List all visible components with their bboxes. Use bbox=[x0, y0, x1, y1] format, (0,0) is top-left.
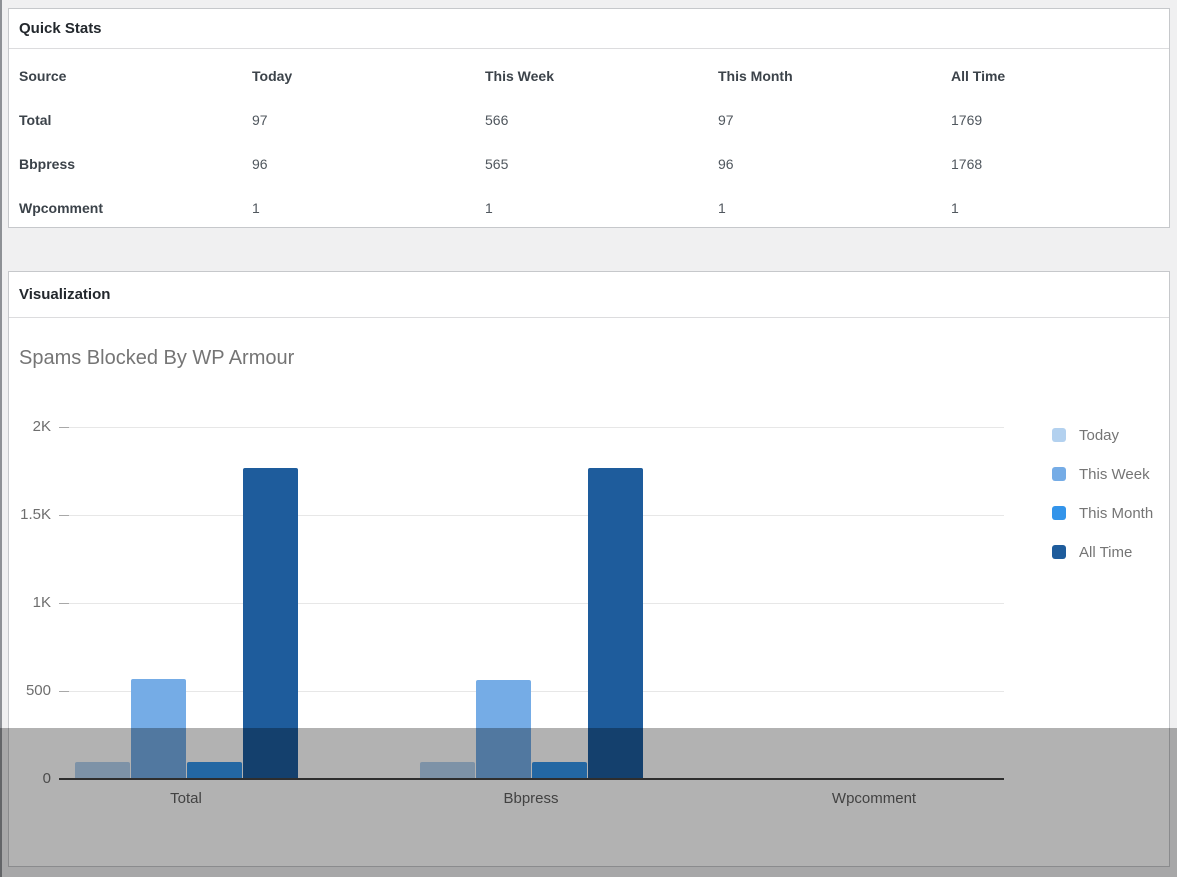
chart-title: Spams Blocked By WP Armour bbox=[19, 347, 294, 370]
gridline bbox=[59, 515, 1004, 516]
column-header: All Time bbox=[951, 68, 1169, 84]
legend-label: This Month bbox=[1079, 505, 1153, 522]
quick-stats-panel-title: Quick Stats bbox=[9, 9, 1169, 49]
column-header: Today bbox=[252, 68, 485, 84]
row-label: Wpcomment bbox=[19, 200, 252, 216]
legend-label: This Week bbox=[1079, 466, 1150, 483]
quick-stats-panel: Quick Stats SourceTodayThis WeekThis Mon… bbox=[8, 8, 1170, 228]
stat-value: 97 bbox=[718, 112, 951, 128]
column-header: Source bbox=[19, 68, 252, 84]
table-row: Wpcomment1111 bbox=[19, 186, 1169, 230]
legend-label: Today bbox=[1079, 427, 1119, 444]
wp-armour-stats-page: Quick Stats SourceTodayThis WeekThis Mon… bbox=[0, 0, 1177, 877]
stat-value: 1769 bbox=[951, 112, 1169, 128]
loading-overlay bbox=[0, 728, 1177, 877]
gridline bbox=[59, 427, 1004, 428]
legend-item-today[interactable]: Today bbox=[1052, 426, 1119, 444]
stat-value: 96 bbox=[252, 156, 485, 172]
axis-tick bbox=[59, 691, 69, 692]
quick-stats-table: SourceTodayThis WeekThis MonthAll TimeTo… bbox=[9, 49, 1169, 230]
axis-tick bbox=[59, 427, 69, 428]
y-axis-tick-label: 1K bbox=[9, 594, 51, 612]
visualization-panel-title: Visualization bbox=[9, 272, 1169, 318]
legend-swatch-icon bbox=[1052, 428, 1066, 442]
stat-value: 1768 bbox=[951, 156, 1169, 172]
legend-item-all-time[interactable]: All Time bbox=[1052, 543, 1132, 561]
gridline bbox=[59, 603, 1004, 604]
table-row: Total97566971769 bbox=[19, 98, 1169, 142]
legend-item-this-week[interactable]: This Week bbox=[1052, 465, 1150, 483]
stat-value: 1 bbox=[951, 200, 1169, 216]
stat-value: 1 bbox=[252, 200, 485, 216]
column-header: This Week bbox=[485, 68, 718, 84]
stat-value: 1 bbox=[485, 200, 718, 216]
table-row: Bbpress96565961768 bbox=[19, 142, 1169, 186]
table-header-row: SourceTodayThis WeekThis MonthAll Time bbox=[19, 54, 1169, 98]
y-axis-tick-label: 500 bbox=[9, 682, 51, 700]
axis-tick bbox=[59, 603, 69, 604]
column-header: This Month bbox=[718, 68, 951, 84]
legend-swatch-icon bbox=[1052, 545, 1066, 559]
y-axis-tick-label: 1.5K bbox=[9, 506, 51, 524]
row-label: Total bbox=[19, 112, 252, 128]
stat-value: 1 bbox=[718, 200, 951, 216]
legend-label: All Time bbox=[1079, 544, 1132, 561]
axis-tick bbox=[59, 515, 69, 516]
row-label: Bbpress bbox=[19, 156, 252, 172]
legend-swatch-icon bbox=[1052, 467, 1066, 481]
y-axis-tick-label: 2K bbox=[9, 418, 51, 436]
stat-value: 565 bbox=[485, 156, 718, 172]
stat-value: 566 bbox=[485, 112, 718, 128]
legend-swatch-icon bbox=[1052, 506, 1066, 520]
legend-item-this-month[interactable]: This Month bbox=[1052, 504, 1153, 522]
gridline bbox=[59, 691, 1004, 692]
stat-value: 97 bbox=[252, 112, 485, 128]
stat-value: 96 bbox=[718, 156, 951, 172]
